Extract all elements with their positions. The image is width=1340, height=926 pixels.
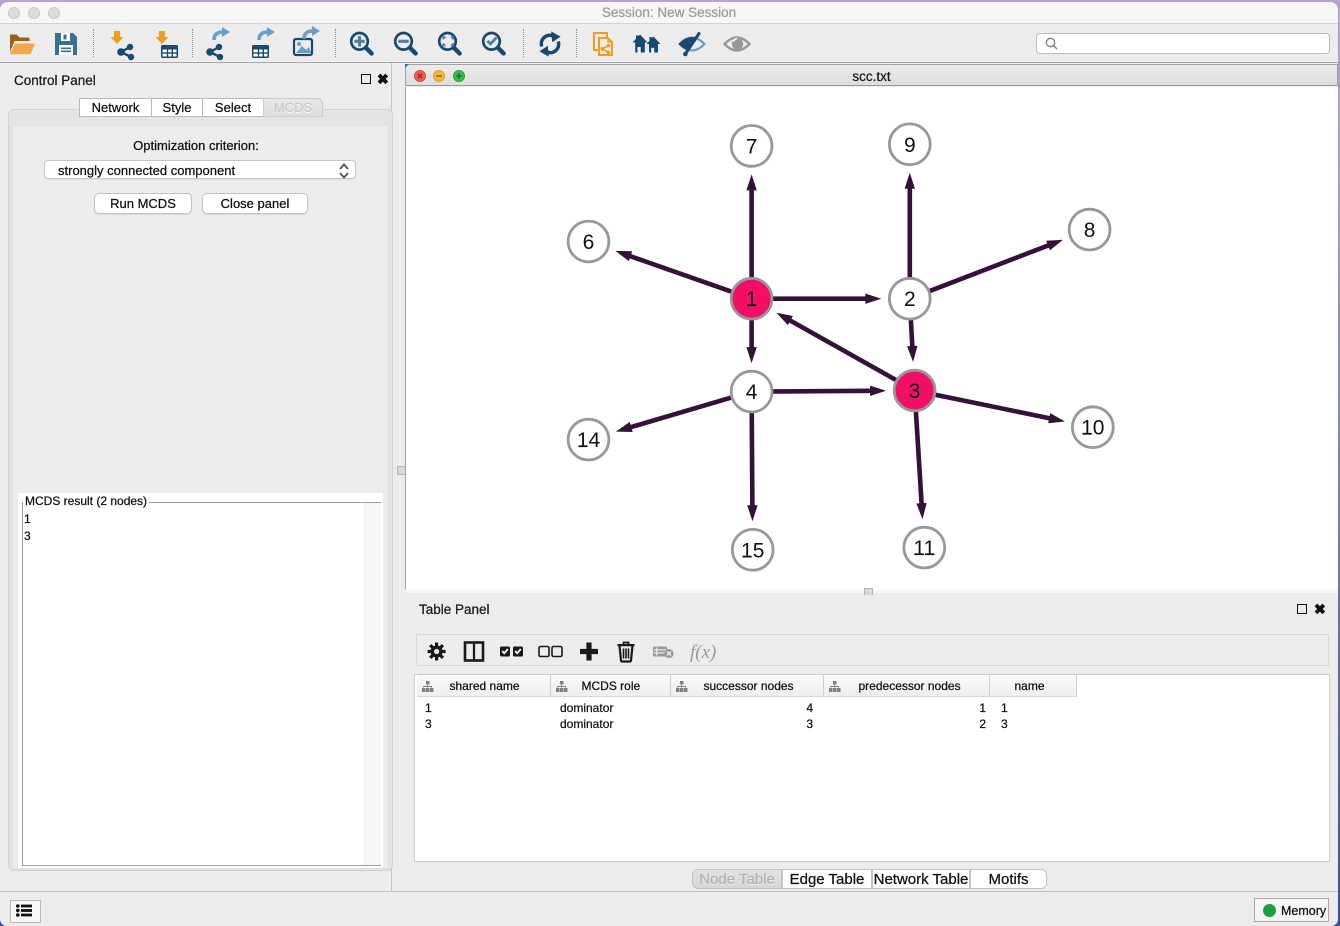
svg-text:1: 1 <box>746 288 758 311</box>
svg-text:15: 15 <box>741 539 764 562</box>
svg-text:7: 7 <box>746 135 758 158</box>
svg-text:4: 4 <box>746 381 758 404</box>
svg-text:6: 6 <box>583 231 595 254</box>
svg-text:f(x): f(x) <box>690 642 716 663</box>
svg-text:11: 11 <box>913 537 935 560</box>
svg-text:2: 2 <box>904 288 916 311</box>
svg-text:8: 8 <box>1084 219 1096 242</box>
svg-text:3: 3 <box>909 380 921 403</box>
svg-text:14: 14 <box>577 429 601 452</box>
svg-text:10: 10 <box>1081 417 1104 440</box>
svg-text:9: 9 <box>904 134 916 157</box>
